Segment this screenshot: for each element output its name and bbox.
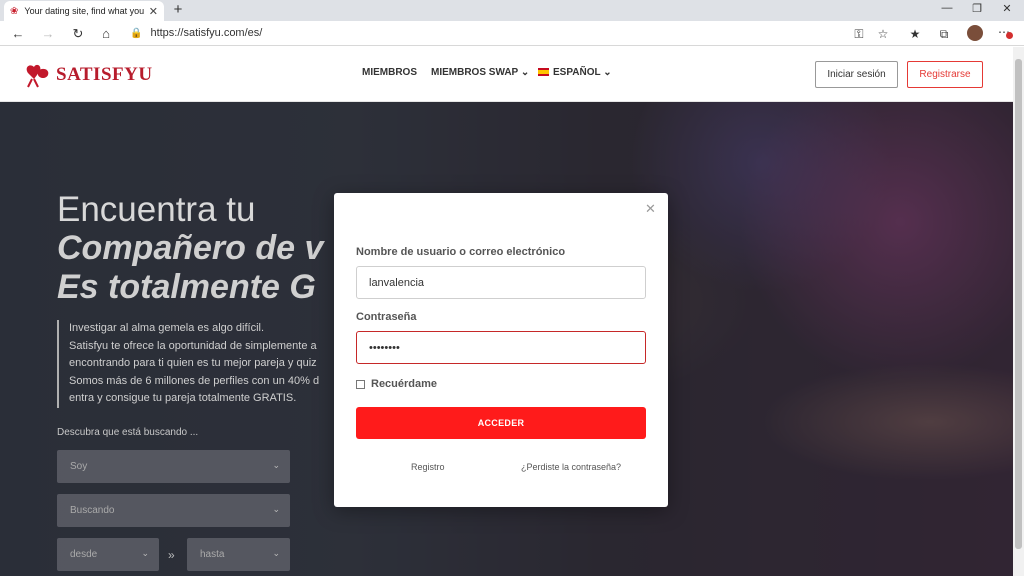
- submit-button[interactable]: ACCEDER: [356, 407, 646, 439]
- browser-tab[interactable]: ❀ Your dating site, find what you a ✕: [4, 1, 164, 21]
- hero-heading-line1: Encuentra tu: [57, 190, 256, 229]
- nav-miembros[interactable]: MIEMBROS: [362, 67, 417, 78]
- address-bar[interactable]: 🔒 https://satisfyu.com/es/: [124, 23, 904, 43]
- nav-miembros-swap[interactable]: MIEMBROS SWAP ⌄: [431, 67, 529, 78]
- select-desde[interactable]: desde ⌄: [57, 538, 159, 571]
- site-logo[interactable]: SATISFYU: [22, 59, 153, 91]
- new-tab-button[interactable]: +: [170, 2, 186, 18]
- select-desde-value: desde: [70, 549, 98, 560]
- home-icon[interactable]: ⌂: [97, 25, 115, 43]
- favorite-star-icon[interactable]: ☆: [874, 25, 892, 43]
- profile-avatar[interactable]: [967, 25, 983, 41]
- settings-menu-icon[interactable]: ⋯: [998, 25, 1013, 39]
- hero-paragraph-line: Somos más de 6 millones de perfiles con …: [69, 374, 320, 387]
- password-label: Contraseña: [356, 311, 417, 323]
- chevron-down-icon: ⌄: [141, 548, 149, 558]
- site-favicon-icon: ❀: [10, 5, 19, 17]
- nav-language-label: ESPAÑOL: [553, 67, 601, 78]
- scrollbar-thumb[interactable]: [1015, 59, 1022, 549]
- remember-checkbox[interactable]: [356, 379, 365, 389]
- back-icon[interactable]: ←: [9, 25, 27, 43]
- close-tab-icon[interactable]: ✕: [149, 5, 158, 18]
- username-label: Nombre de usuario o correo electrónico: [356, 246, 566, 258]
- select-buscando-value: Buscando: [70, 505, 115, 516]
- forgot-password-link[interactable]: ¿Perdiste la contraseña?: [521, 462, 621, 472]
- spain-flag-icon: [538, 68, 549, 77]
- nav-language[interactable]: ESPAÑOL ⌄: [538, 67, 612, 78]
- nav-miembros-swap-label: MIEMBROS SWAP: [431, 67, 519, 78]
- collections-icon[interactable]: ⧉: [935, 25, 953, 43]
- discover-label: Descubra que está buscando ...: [57, 427, 199, 438]
- select-hasta-value: hasta: [200, 549, 225, 560]
- window-close-icon[interactable]: ✕: [992, 2, 1022, 15]
- chevron-down-icon: ⌄: [603, 67, 612, 78]
- hero-heading-line3: Es totalmente G: [57, 268, 316, 306]
- tab-title: Your dating site, find what you a: [24, 6, 145, 16]
- chevron-down-icon: ⌄: [520, 67, 530, 78]
- hero-paragraph-line: Investigar al alma gemela es algo difíci…: [69, 322, 265, 334]
- register-link[interactable]: Registro: [411, 462, 445, 472]
- cupid-logo-icon: [26, 64, 49, 88]
- minimize-icon[interactable]: —: [932, 2, 962, 14]
- hero-paragraph-line: entra y consigue tu pareja totalmente GR…: [69, 392, 297, 404]
- close-icon[interactable]: ✕: [645, 201, 656, 217]
- restore-icon[interactable]: ❐: [962, 2, 992, 15]
- login-modal: ✕ Nombre de usuario o correo electrónico…: [334, 193, 668, 507]
- key-icon[interactable]: ⚿: [850, 25, 868, 43]
- browser-tab-bar: ❀ Your dating site, find what you a ✕ + …: [0, 0, 1024, 21]
- remember-label: Recuérdame: [371, 378, 438, 390]
- logo-text: SATISFYU: [56, 64, 153, 85]
- chevron-down-icon: ⌄: [272, 460, 280, 470]
- password-field[interactable]: ••••••••: [356, 331, 646, 364]
- hero-paragraph-line: Satisfyu te ofrece la oportunidad de sim…: [69, 339, 317, 352]
- register-button[interactable]: Registrarse: [907, 61, 983, 88]
- forward-icon[interactable]: →: [39, 25, 57, 43]
- chevron-down-icon: ⌄: [272, 504, 280, 514]
- hero-heading-line2: Compañero de v: [57, 229, 324, 267]
- select-soy[interactable]: Soy ⌄: [57, 450, 290, 483]
- range-arrows-icon: »: [168, 548, 175, 562]
- favorites-list-icon[interactable]: ★: [906, 25, 924, 43]
- url-text: https://satisfyu.com/es/: [150, 27, 263, 39]
- select-hasta[interactable]: hasta ⌄: [187, 538, 290, 571]
- notification-badge: [1006, 32, 1013, 39]
- select-soy-value: Soy: [70, 461, 88, 472]
- browser-toolbar: ← → ↻ ⌂ 🔒 https://satisfyu.com/es/ ⚿ ☆ ★…: [0, 21, 1024, 46]
- select-buscando[interactable]: Buscando ⌄: [57, 494, 290, 527]
- username-field[interactable]: lanvalencia: [356, 266, 646, 299]
- chevron-down-icon: ⌄: [272, 548, 280, 558]
- hero-paragraph: Investigar al alma gemela es algo difíci…: [57, 320, 347, 408]
- lock-icon: 🔒: [130, 27, 143, 39]
- reload-icon[interactable]: ↻: [69, 25, 87, 43]
- remember-me[interactable]: Recuérdame: [356, 378, 437, 390]
- hero-paragraph-line: encontrando para ti quien es tu mejor pa…: [69, 357, 317, 369]
- login-button[interactable]: Iniciar sesión: [815, 61, 898, 88]
- page-scrollbar[interactable]: [1013, 47, 1024, 576]
